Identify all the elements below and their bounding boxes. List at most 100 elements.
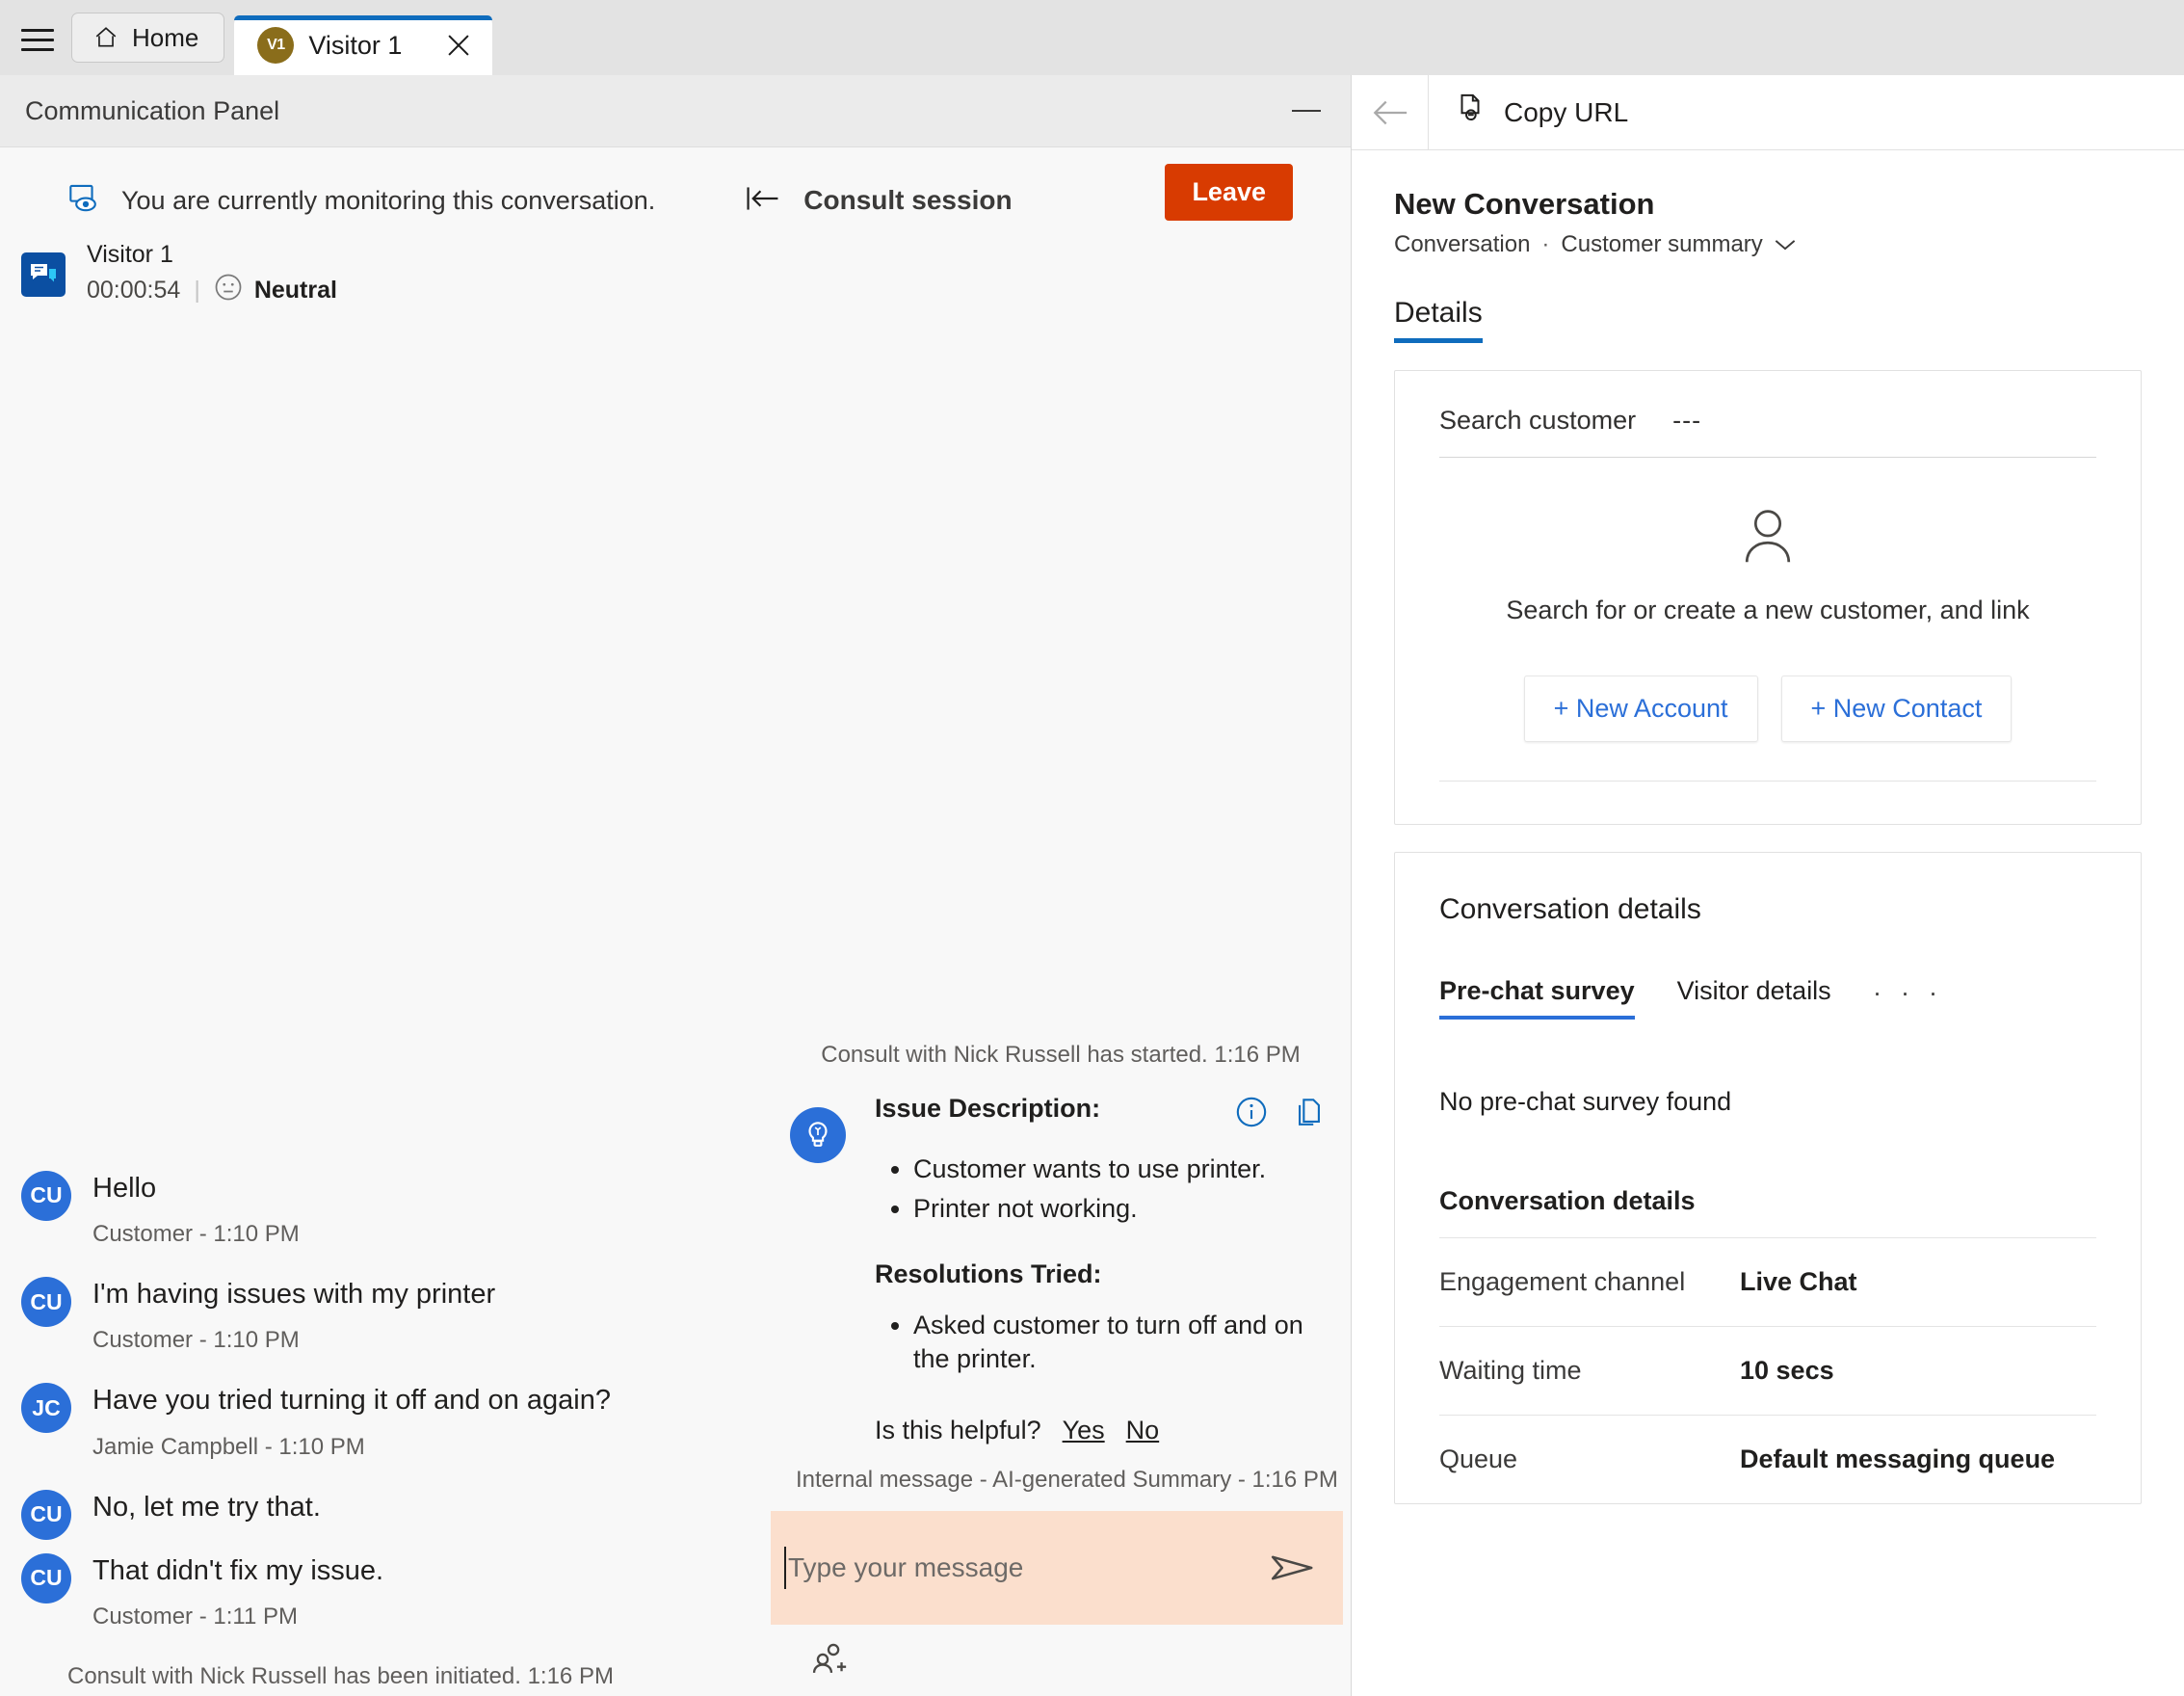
consult-session-label: Consult session bbox=[803, 185, 1013, 215]
add-participant-icon[interactable] bbox=[811, 1641, 850, 1680]
table-cell-key: Queue bbox=[1439, 1444, 1518, 1473]
communication-panel-title: Communication Panel bbox=[25, 95, 280, 125]
visitor-info: Visitor 1 00:00:54 | Neutral bbox=[0, 228, 1351, 309]
ai-summary-meta: Internal message - AI-generated Summary … bbox=[796, 1467, 1338, 1493]
tab-overflow-icon[interactable]: . . . bbox=[1874, 972, 1944, 1020]
page-title: New Conversation bbox=[1394, 187, 1655, 221]
helpful-question: Is this helpful? bbox=[875, 1416, 1041, 1444]
visitor-substatus: 00:00:54 | Neutral bbox=[87, 273, 337, 308]
tab-label: Visitor 1 bbox=[308, 30, 403, 60]
close-icon[interactable] bbox=[442, 29, 475, 62]
visitor-separator: | bbox=[194, 277, 200, 304]
home-icon bbox=[93, 25, 118, 50]
main-body: Communication Panel You are currently mo… bbox=[0, 74, 2184, 1696]
communication-panel-header: Communication Panel bbox=[0, 75, 1351, 147]
app-window: Home V1 Visitor 1 Communication Panel Yo… bbox=[0, 0, 2184, 1696]
list-item: Customer wants to use printer. bbox=[913, 1153, 1326, 1187]
list-item: CU Hello Customer - 1:10 PM bbox=[0, 1167, 771, 1269]
avatar: CU bbox=[21, 1170, 71, 1221]
table-row: Engagement channel Live Chat bbox=[1439, 1237, 2096, 1326]
message-meta: Customer - 1:10 PM bbox=[92, 1327, 300, 1354]
breadcrumb-form[interactable]: Customer summary bbox=[1561, 231, 1762, 258]
status-badge: Neutral bbox=[214, 273, 337, 308]
list-item: Asked customer to turn off and on the pr… bbox=[913, 1309, 1326, 1377]
record-panel-content: New Conversation Conversation · Customer… bbox=[1352, 150, 2184, 1696]
lightbulb-icon bbox=[790, 1106, 846, 1163]
transcript-column: CU Hello Customer - 1:10 PM CU I'm havin… bbox=[0, 309, 771, 1696]
monitoring-notice: You are currently monitoring this conver… bbox=[0, 184, 655, 218]
message-text: Have you tried turning it off and on aga… bbox=[92, 1385, 611, 1417]
monitoring-eye-icon bbox=[69, 184, 102, 218]
tab-visitor-details[interactable]: Visitor details bbox=[1677, 976, 1831, 1020]
chat-icon bbox=[21, 252, 66, 297]
minimize-icon[interactable] bbox=[1287, 92, 1326, 130]
helpful-yes-link[interactable]: Yes bbox=[1063, 1416, 1105, 1445]
list-item: JC Have you tried turning it off and on … bbox=[0, 1379, 771, 1481]
avatar: CU bbox=[21, 1277, 71, 1327]
back-arrow-icon[interactable] bbox=[1352, 74, 1429, 150]
message-text: I'm having issues with my printer bbox=[92, 1279, 496, 1310]
system-message: Consult with Nick Russell has been initi… bbox=[67, 1663, 614, 1689]
record-tabs: Details bbox=[1394, 297, 2142, 343]
send-icon[interactable] bbox=[1268, 1543, 1318, 1593]
leave-button[interactable]: Leave bbox=[1165, 164, 1293, 221]
collapse-left-icon[interactable] bbox=[746, 184, 780, 218]
info-icon[interactable] bbox=[1235, 1096, 1268, 1133]
message-compose-box[interactable] bbox=[771, 1511, 1343, 1625]
search-customer-row[interactable]: Search customer --- bbox=[1395, 371, 2141, 457]
message-text: That didn't fix my issue. bbox=[92, 1554, 384, 1586]
table-cell-value: Default messaging queue bbox=[1740, 1444, 2056, 1473]
new-account-button[interactable]: + New Account bbox=[1523, 676, 1758, 742]
compose-toolbar bbox=[771, 1625, 1351, 1696]
visitor-name: Visitor 1 bbox=[87, 241, 173, 268]
message-meta: Customer - 1:11 PM bbox=[92, 1603, 298, 1630]
copy-url-button[interactable]: Copy URL bbox=[1429, 93, 1653, 132]
breadcrumb-entity: Conversation bbox=[1394, 231, 1531, 257]
communication-panel: Communication Panel You are currently mo… bbox=[0, 75, 1352, 1696]
pre-chat-survey-empty-text: No pre-chat survey found bbox=[1439, 1087, 1732, 1116]
breadcrumb-separator: · bbox=[1541, 231, 1550, 257]
message-text: No, let me try that. bbox=[92, 1491, 321, 1523]
conversation-details-subheading: Conversation details bbox=[1439, 1186, 1696, 1215]
customer-empty-state: Search for or create a new customer, and… bbox=[1395, 458, 2141, 625]
table-cell-value: 10 secs bbox=[1740, 1356, 1834, 1385]
message-input[interactable] bbox=[784, 1547, 1268, 1589]
list-item: Printer not working. bbox=[913, 1192, 1326, 1227]
avatar: CU bbox=[21, 1489, 71, 1540]
message-meta: Customer - 1:10 PM bbox=[92, 1221, 300, 1247]
table-cell-value: Live Chat bbox=[1740, 1267, 1857, 1296]
tab-avatar: V1 bbox=[257, 27, 295, 64]
customer-card: Search customer --- Search for or create… bbox=[1394, 370, 2142, 825]
home-button-label: Home bbox=[132, 22, 199, 52]
list-item: CU That didn't fix my issue. Customer - … bbox=[0, 1550, 771, 1652]
breadcrumb: Conversation · Customer summary bbox=[1394, 231, 2142, 258]
list-item: CU I'm having issues with my printer Cus… bbox=[0, 1273, 771, 1375]
list-item: CU No, let me try that. bbox=[0, 1486, 771, 1546]
ai-summary-body: Issue Description: • Customer wants to u… bbox=[875, 1094, 1326, 1446]
avatar: JC bbox=[21, 1383, 71, 1434]
record-panel-toolbar: Copy URL bbox=[1352, 74, 2184, 150]
chevron-down-icon[interactable] bbox=[1775, 231, 1796, 258]
tab-pre-chat-survey[interactable]: Pre-chat survey bbox=[1439, 976, 1635, 1020]
consult-started-message: Consult with Nick Russell has started. 1… bbox=[821, 1041, 1301, 1068]
resolutions-tried-list: Asked customer to turn off and on the pr… bbox=[913, 1309, 1326, 1377]
copy-url-icon bbox=[1454, 93, 1487, 132]
copy-icon[interactable] bbox=[1293, 1096, 1326, 1133]
hamburger-icon[interactable] bbox=[21, 23, 54, 56]
table-row: Waiting time 10 secs bbox=[1439, 1326, 2096, 1415]
monitoring-notice-text: You are currently monitoring this conver… bbox=[121, 185, 656, 215]
table-cell-key: Waiting time bbox=[1439, 1356, 1582, 1385]
customer-actions: + New Account + New Contact bbox=[1395, 676, 2141, 781]
home-button[interactable]: Home bbox=[71, 13, 225, 63]
tab-details[interactable]: Details bbox=[1394, 297, 1483, 343]
helpful-no-link[interactable]: No bbox=[1126, 1416, 1160, 1445]
chat-area: CU Hello Customer - 1:10 PM CU I'm havin… bbox=[0, 309, 1351, 1696]
record-panel: Copy URL New Conversation Conversation ·… bbox=[1352, 74, 2184, 1696]
sentiment-label: Neutral bbox=[253, 277, 337, 304]
consult-column: Consult with Nick Russell has started. 1… bbox=[771, 309, 1351, 1696]
tab-strip: Home V1 Visitor 1 bbox=[0, 0, 2184, 75]
tab-visitor-1[interactable]: V1 Visitor 1 bbox=[234, 15, 493, 75]
new-contact-button[interactable]: + New Contact bbox=[1780, 676, 2013, 742]
conversation-details-table: Engagement channel Live Chat Waiting tim… bbox=[1395, 1237, 2141, 1503]
consult-session-header[interactable]: Consult session bbox=[746, 184, 1013, 218]
